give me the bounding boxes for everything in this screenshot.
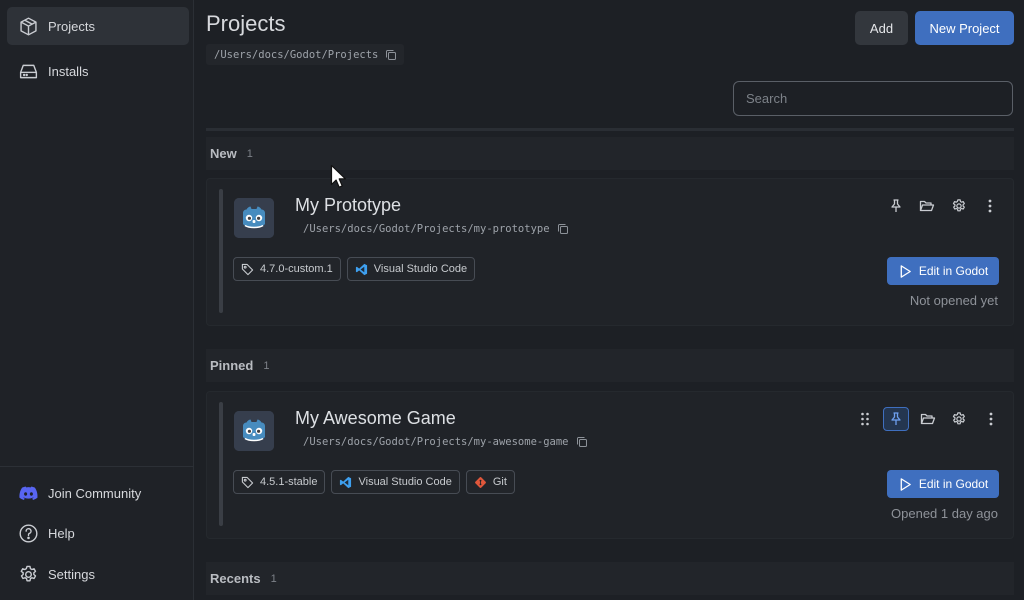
project-tags: 4.7.0-custom.1 Visual Studio Code [233,257,476,281]
project-card-my-awesome-game[interactable]: My Awesome Game /Users/docs/Godot/Projec… [206,391,1014,539]
drag-handle-icon [860,412,869,426]
play-icon [900,477,911,491]
settings-button[interactable] [946,194,972,218]
folder-open-icon [920,413,935,425]
project-path-text: /Users/docs/Godot/Projects/my-prototype [303,223,550,235]
settings-button[interactable] [946,407,972,431]
add-button[interactable]: Add [855,11,908,45]
vscode-icon [355,263,367,275]
sidebar: Projects Installs Join Community Help Se… [0,0,194,600]
open-folder-button[interactable] [914,194,940,218]
vcs-label: Git [492,476,507,488]
project-card-my-prototype[interactable]: My Prototype /Users/docs/Godot/Projects/… [206,178,1014,326]
tag-icon [241,476,254,488]
copy-icon[interactable] [576,436,588,448]
section-label: Pinned [210,358,254,373]
open-folder-button[interactable] [915,407,941,431]
card-accent-bar [219,402,223,526]
projects-path-text: /Users/docs/Godot/Projects [214,48,379,61]
gear-icon [20,565,37,581]
project-path-text: /Users/docs/Godot/Projects/my-awesome-ga… [303,436,569,448]
section-header-pinned: Pinned 1 [206,349,1014,382]
sidebar-item-label: Help [48,525,75,541]
card-actions [877,194,1003,218]
version-label: 4.7.0-custom.1 [260,263,333,275]
main-panel: Projects /Users/docs/Godot/Projects Add … [194,0,1024,600]
sidebar-divider [0,466,194,467]
copy-icon[interactable] [385,49,397,61]
sidebar-item-projects[interactable]: Projects [7,7,189,45]
pin-icon [890,199,901,212]
vscode-icon [340,476,352,488]
pin-icon [891,412,901,425]
version-label: 4.5.1-stable [260,476,318,488]
section-header-recents: Recents 1 [206,562,1014,595]
projects-path[interactable]: /Users/docs/Godot/Projects [206,44,405,65]
sidebar-item-installs[interactable]: Installs [7,52,189,90]
git-icon [474,476,486,488]
tag-icon [241,263,254,275]
godot-icon [234,198,274,238]
copy-icon[interactable] [557,223,569,235]
cube-icon [20,16,37,36]
search-input[interactable] [733,81,1013,116]
editor-label: Visual Studio Code [358,476,452,488]
section-count: 1 [263,359,270,372]
godot-icon [234,411,274,451]
drag-handle[interactable] [852,407,878,431]
section-label: New [210,146,237,161]
kebab-menu-icon [989,412,992,426]
section-header-new: New 1 [206,137,1014,170]
sidebar-item-label: Projects [48,18,95,34]
section-count: 1 [270,572,277,585]
version-tag[interactable]: 4.5.1-stable [233,470,326,494]
edit-label: Edit in Godot [918,264,989,278]
section-label: Recents [210,571,261,586]
editor-tag[interactable]: Visual Studio Code [331,470,460,494]
sidebar-item-settings[interactable]: Settings [7,555,189,593]
page-title: Projects [206,11,286,36]
divider [206,128,1014,131]
project-path: /Users/docs/Godot/Projects/my-prototype [303,223,569,235]
discord-icon [19,486,38,500]
card-actions [846,407,1004,431]
last-opened: Not opened yet [909,293,998,308]
version-tag[interactable]: 4.7.0-custom.1 [233,257,341,281]
drive-icon [19,64,38,78]
project-name: My Prototype [295,195,402,215]
vcs-tag[interactable]: Git [465,470,515,494]
folder-open-icon [919,200,935,212]
kebab-menu-icon [988,199,992,213]
card-accent-bar [219,189,223,313]
section-count: 1 [246,147,253,160]
sidebar-item-label: Installs [48,63,89,79]
last-opened: Opened 1 day ago [891,506,998,521]
sidebar-item-label: Settings [48,566,95,582]
editor-label: Visual Studio Code [373,263,468,275]
help-icon [19,523,38,543]
mouse-cursor-icon [330,164,347,188]
edit-in-godot-button[interactable]: Edit in Godot [887,470,999,498]
project-path: /Users/docs/Godot/Projects/my-awesome-ga… [303,436,588,448]
gear-icon [952,199,965,212]
pin-button[interactable] [883,194,909,218]
project-name: My Awesome Game [295,408,456,428]
play-icon [900,264,911,278]
new-project-button[interactable]: New Project [915,11,1014,45]
edit-label: Edit in Godot [918,477,989,491]
project-tags: 4.5.1-stable Visual Studio Code Git [233,470,515,494]
more-menu-button[interactable] [978,407,1004,431]
editor-tag[interactable]: Visual Studio Code [346,257,476,281]
more-menu-button[interactable] [977,194,1003,218]
sidebar-item-join-community[interactable]: Join Community [7,474,189,512]
sidebar-item-label: Join Community [48,485,142,501]
unpin-button[interactable] [883,407,909,431]
edit-in-godot-button[interactable]: Edit in Godot [887,257,999,285]
gear-icon [952,412,965,425]
sidebar-item-help[interactable]: Help [7,514,189,552]
